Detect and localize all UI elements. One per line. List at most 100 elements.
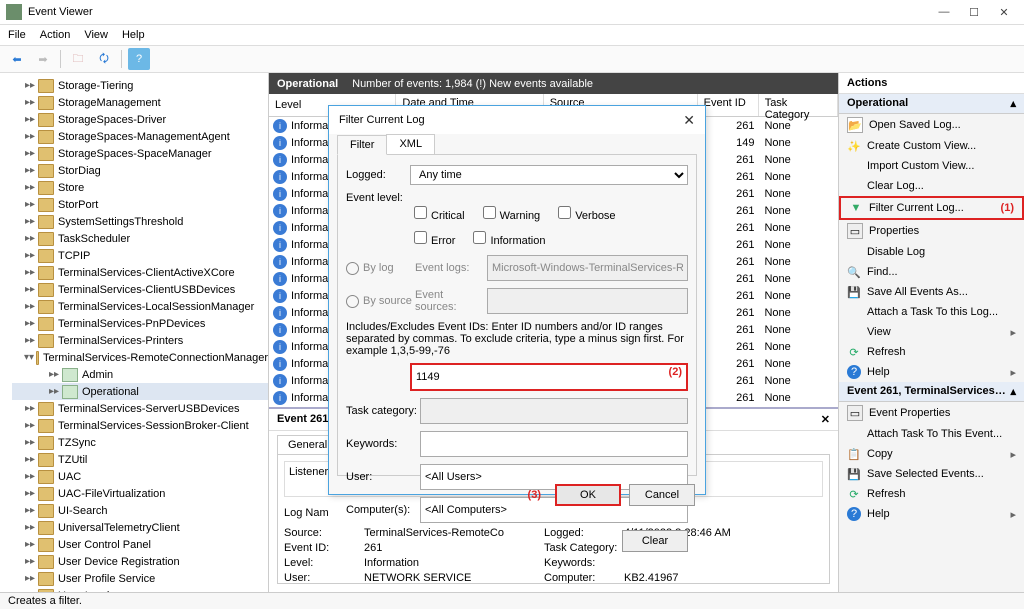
tree-item[interactable]: ▸User Control Panel xyxy=(12,536,268,553)
minimize-button[interactable]: — xyxy=(930,2,958,22)
action-item[interactable]: ?Help▸ xyxy=(839,504,1024,524)
tree-item[interactable]: ▾TerminalServices-RemoteConnectionManage… xyxy=(12,349,268,366)
browse-icon[interactable]: 🗀 xyxy=(67,48,89,70)
tree-item[interactable]: ▸User-Loader xyxy=(12,587,268,592)
tree-item[interactable]: ▸Operational xyxy=(12,383,268,400)
tree-item[interactable]: ▸TaskScheduler xyxy=(12,230,268,247)
tree-item[interactable]: ▸TerminalServices-PnPDevices xyxy=(12,315,268,332)
tree-item[interactable]: ▸Admin xyxy=(12,366,268,383)
folder-icon xyxy=(38,317,54,331)
event-id-hint: Includes/Excludes Event IDs: Enter ID nu… xyxy=(346,321,688,357)
menu-help[interactable]: Help xyxy=(122,29,145,41)
grid-event-count: Number of events: 1,984 (!) New events a… xyxy=(352,78,593,90)
tree-item[interactable]: ▸TerminalServices-ClientUSBDevices xyxy=(12,281,268,298)
action-item[interactable]: ▭Event Properties xyxy=(839,402,1024,424)
action-item[interactable]: Import Custom View... xyxy=(839,156,1024,176)
action-item[interactable]: ▭Properties xyxy=(839,220,1024,242)
keywords-dropdown[interactable] xyxy=(420,431,688,457)
tree-item[interactable]: ▸Store xyxy=(12,179,268,196)
info-icon: i xyxy=(273,221,287,235)
detail-close-icon[interactable]: ✕ xyxy=(821,413,830,426)
cancel-button[interactable]: Cancel xyxy=(629,484,695,506)
grid-title: Operational xyxy=(277,78,338,90)
event-sources-dropdown xyxy=(487,288,688,314)
actions-section-operational[interactable]: Operational▴ xyxy=(839,94,1024,114)
tree-item[interactable]: ▸SystemSettingsThreshold xyxy=(12,213,268,230)
info-icon: i xyxy=(273,340,287,354)
tree-item[interactable]: ▸TerminalServices-SessionBroker-Client xyxy=(12,417,268,434)
action-item[interactable]: View▸ xyxy=(839,322,1024,342)
action-item[interactable]: Attach a Task To this Log... xyxy=(839,302,1024,322)
tree-item[interactable]: ▸TerminalServices-ServerUSBDevices xyxy=(12,400,268,417)
action-icon: 💾 xyxy=(847,285,861,299)
col-eventid[interactable]: Event ID xyxy=(698,94,759,116)
cb-critical[interactable]: Critical xyxy=(410,203,465,222)
folder-icon xyxy=(38,487,54,501)
tree-item[interactable]: ▸StorDiag xyxy=(12,162,268,179)
tree-item[interactable]: ▸StorageSpaces-Driver xyxy=(12,111,268,128)
marker-1: (1) xyxy=(1001,202,1014,214)
info-icon: i xyxy=(273,323,287,337)
info-icon: i xyxy=(273,187,287,201)
cb-information[interactable]: Information xyxy=(469,228,545,247)
action-icon: ▼ xyxy=(849,201,863,215)
action-item[interactable]: Disable Log xyxy=(839,242,1024,262)
tree-item[interactable]: ▸TerminalServices-Printers xyxy=(12,332,268,349)
action-item[interactable]: ⟳Refresh xyxy=(839,484,1024,504)
logged-dropdown[interactable]: Any time xyxy=(410,165,688,185)
action-item[interactable]: ✨Create Custom View... xyxy=(839,136,1024,156)
actions-section-event[interactable]: Event 261, TerminalServices-RemoteConn..… xyxy=(839,382,1024,402)
tree-item[interactable]: ▸TCPIP xyxy=(12,247,268,264)
col-task[interactable]: Task Category xyxy=(759,94,838,116)
menu-view[interactable]: View xyxy=(84,29,108,41)
ok-button[interactable]: OK xyxy=(555,484,621,506)
dialog-tab-filter[interactable]: Filter xyxy=(337,135,387,155)
event-id-input[interactable] xyxy=(410,363,688,391)
action-item[interactable]: 🔍Find... xyxy=(839,262,1024,282)
navigation-tree[interactable]: ▸Storage-Tiering▸StorageManagement▸Stora… xyxy=(0,73,269,592)
dialog-close-icon[interactable]: ✕ xyxy=(683,112,695,129)
folder-icon xyxy=(38,130,54,144)
maximize-button[interactable]: ☐ xyxy=(960,2,988,22)
action-item[interactable]: 💾Save All Events As... xyxy=(839,282,1024,302)
menu-file[interactable]: File xyxy=(8,29,26,41)
cb-warning[interactable]: Warning xyxy=(479,203,541,222)
tree-item[interactable]: ▸UI-Search xyxy=(12,502,268,519)
tree-item[interactable]: ▸TZSync xyxy=(12,434,268,451)
tree-item[interactable]: ▸StorageManagement xyxy=(12,94,268,111)
cb-error[interactable]: Error xyxy=(410,228,455,247)
action-item[interactable]: 💾Save Selected Events... xyxy=(839,464,1024,484)
clear-button[interactable]: Clear xyxy=(622,530,688,552)
cb-verbose[interactable]: Verbose xyxy=(554,203,615,222)
tree-item[interactable]: ▸User Device Registration xyxy=(12,553,268,570)
tree-item[interactable]: ▸User Profile Service xyxy=(12,570,268,587)
tree-item[interactable]: ▸UAC-FileVirtualization xyxy=(12,485,268,502)
menu-action[interactable]: Action xyxy=(40,29,71,41)
forward-icon[interactable]: ➡ xyxy=(32,48,54,70)
tree-item[interactable]: ▸UniversalTelemetryClient xyxy=(12,519,268,536)
tree-item[interactable]: ▸Storage-Tiering xyxy=(12,77,268,94)
tree-item[interactable]: ▸StorPort xyxy=(12,196,268,213)
dialog-tab-xml[interactable]: XML xyxy=(386,134,435,154)
back-icon[interactable]: ⬅ xyxy=(6,48,28,70)
tree-item[interactable]: ▸StorageSpaces-SpaceManager xyxy=(12,145,268,162)
tree-item[interactable]: ▸StorageSpaces-ManagementAgent xyxy=(12,128,268,145)
help-icon[interactable]: ? xyxy=(128,48,150,70)
tree-item[interactable]: ▸TerminalServices-LocalSessionManager xyxy=(12,298,268,315)
action-item[interactable]: ▼Filter Current Log...(1) xyxy=(839,196,1024,220)
log-icon xyxy=(62,368,78,382)
action-item[interactable]: ?Help▸ xyxy=(839,362,1024,382)
close-button[interactable]: ✕ xyxy=(990,2,1018,22)
refresh-icon[interactable]: 🗘 xyxy=(93,48,115,70)
window-titlebar: Event Viewer — ☐ ✕ xyxy=(0,0,1024,25)
action-item[interactable]: 📂Open Saved Log... xyxy=(839,114,1024,136)
folder-icon xyxy=(38,266,54,280)
action-icon: 🔍 xyxy=(847,265,861,279)
action-item[interactable]: Clear Log... xyxy=(839,176,1024,196)
action-item[interactable]: ⟳Refresh xyxy=(839,342,1024,362)
tree-item[interactable]: ▸TerminalServices-ClientActiveXCore xyxy=(12,264,268,281)
action-item[interactable]: Attach Task To This Event... xyxy=(839,424,1024,444)
tree-item[interactable]: ▸TZUtil xyxy=(12,451,268,468)
tree-item[interactable]: ▸UAC xyxy=(12,468,268,485)
action-item[interactable]: 📋Copy▸ xyxy=(839,444,1024,464)
